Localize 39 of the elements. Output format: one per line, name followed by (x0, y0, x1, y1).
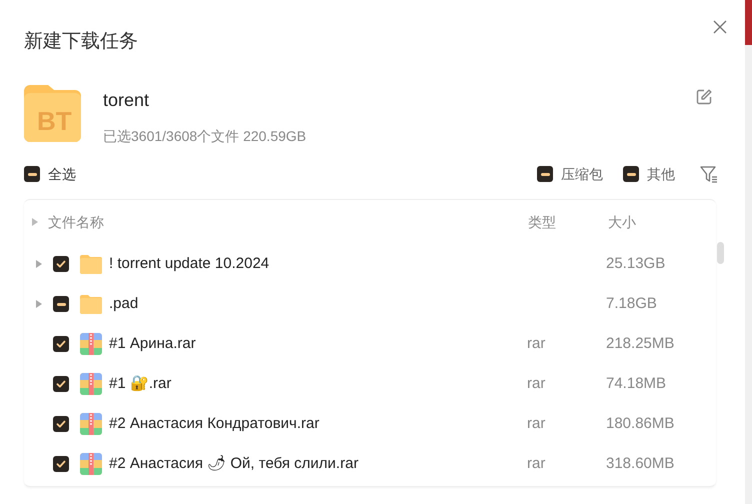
file-type: rar (527, 374, 546, 394)
column-header[interactable]: 文件名称 (48, 212, 528, 232)
file-name: #1 🔐.rar (109, 374, 172, 394)
folder-icon (80, 254, 102, 274)
column-header[interactable]: 类型 (528, 212, 608, 232)
file-size: 318.60MB (606, 454, 674, 474)
archive-icon (80, 333, 102, 355)
file-size: 74.18MB (606, 374, 666, 394)
checkbox[interactable] (537, 166, 553, 182)
file-name: #2 Анастасия Кондратович.rar (109, 414, 320, 434)
checkbox[interactable] (24, 166, 40, 182)
archive-icon (80, 413, 102, 435)
close-button[interactable] (711, 18, 729, 36)
archive-icon (80, 453, 102, 475)
torrent-name: torent (103, 89, 150, 112)
file-name: ! torrent update 10.2024 (109, 254, 270, 274)
folder-icon (80, 294, 102, 314)
filter-label[interactable]: 其他 (647, 164, 675, 184)
file-size: 7.18GB (606, 294, 657, 314)
file-name: #1 Арина.rar (109, 334, 197, 354)
file-size: 180.86MB (606, 414, 674, 434)
file-type: rar (527, 414, 546, 434)
filter-button[interactable] (699, 164, 719, 184)
file-size: 218.25MB (606, 334, 674, 354)
archive-icon (80, 373, 102, 395)
file-name: .pad (109, 294, 140, 314)
file-name: #2 Анастасия 🌶 Ой, тебя слили.rar (109, 454, 360, 474)
selection-summary: 已选3601/3608个文件 220.59GB (103, 127, 308, 146)
filter-label[interactable]: 全选 (48, 164, 76, 184)
file-type: rar (527, 334, 546, 354)
checkbox[interactable] (53, 296, 69, 312)
filter-label[interactable]: 压缩包 (561, 164, 603, 184)
dialog-title: 新建下载任务 (24, 30, 138, 54)
file-type: rar (527, 454, 546, 474)
edit-button[interactable] (695, 88, 713, 106)
scrollbar-thumb[interactable] (717, 242, 724, 264)
file-size: 25.13GB (606, 254, 666, 274)
column-header[interactable]: 大小 (608, 212, 636, 232)
checkbox[interactable] (623, 166, 639, 182)
